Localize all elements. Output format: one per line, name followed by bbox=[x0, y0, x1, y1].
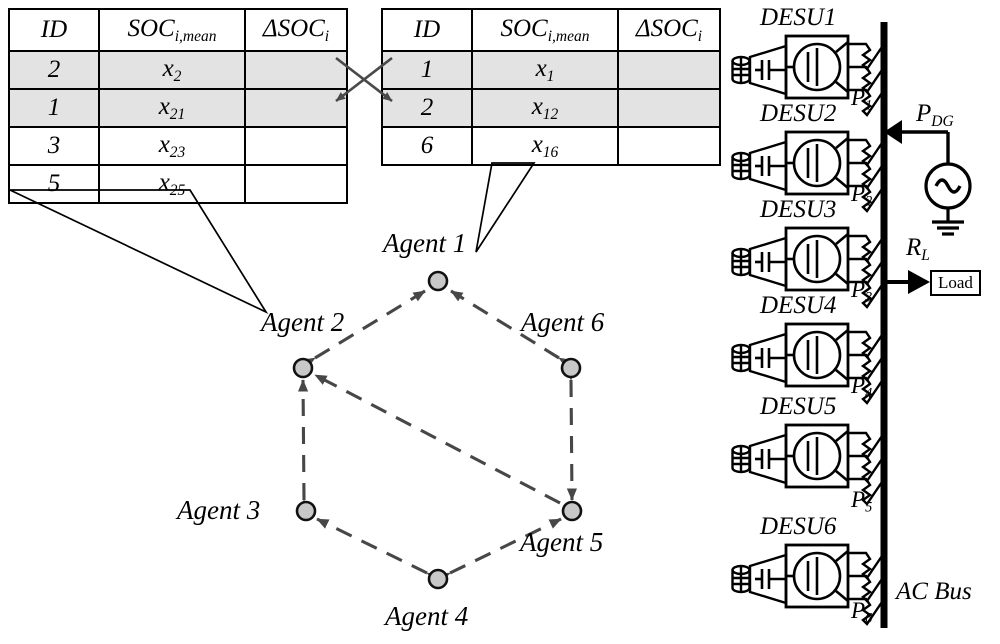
left-table-callout bbox=[9, 189, 269, 315]
edge-a3-a2 bbox=[297, 379, 310, 512]
edge-a6-a5 bbox=[565, 368, 578, 501]
inverter-symbol bbox=[786, 329, 849, 381]
desu-label-2: DESU2 bbox=[760, 100, 837, 127]
agent-node-1 bbox=[427, 270, 449, 292]
load-branch bbox=[884, 270, 930, 294]
capacitor-icon bbox=[755, 252, 786, 272]
capacitor-icon bbox=[755, 348, 786, 368]
inverter-symbol bbox=[786, 137, 849, 189]
power-label-2: P2 bbox=[851, 181, 873, 210]
battery-icon bbox=[731, 564, 751, 594]
agent-node-4 bbox=[427, 568, 449, 590]
inverter-symbol bbox=[786, 550, 849, 602]
ground-icon bbox=[932, 220, 964, 236]
battery-icon bbox=[731, 247, 751, 277]
inverter-symbol bbox=[786, 430, 849, 482]
inverter-symbol bbox=[786, 233, 849, 285]
battery-icon bbox=[731, 55, 751, 85]
load-power-label: RL bbox=[906, 234, 930, 264]
dg-power-label: PDG bbox=[916, 100, 954, 130]
battery-icon bbox=[731, 444, 751, 474]
battery-icon bbox=[731, 151, 751, 181]
table-exchange-arrows bbox=[335, 56, 393, 103]
desu-label-5: DESU5 bbox=[760, 393, 837, 420]
figure-canvas: ID SOCi,mean ΔSOCi 2 x2 1 x21 3 x23 5 x2… bbox=[0, 0, 1000, 644]
desu-label-3: DESU3 bbox=[760, 196, 837, 223]
capacitor-icon bbox=[755, 156, 786, 176]
edge-a4-a3 bbox=[316, 517, 440, 583]
power-label-5: P5 bbox=[851, 487, 873, 516]
capacitor-icon bbox=[755, 60, 786, 80]
power-label-6: P6 bbox=[851, 598, 873, 627]
desu-label-4: DESU4 bbox=[760, 292, 837, 319]
agent-label-6: Agent 6 bbox=[521, 307, 605, 337]
inverter-symbol bbox=[786, 41, 849, 93]
capacitor-icon bbox=[755, 569, 786, 589]
agent-label-5: Agent 5 bbox=[520, 527, 604, 557]
ac-bus-label: AC Bus bbox=[896, 578, 972, 605]
agent-label-3: Agent 3 bbox=[177, 495, 261, 525]
power-label-3: P3 bbox=[851, 277, 873, 306]
agent-node-2 bbox=[292, 357, 314, 379]
edge-a5-a2 bbox=[314, 373, 561, 505]
agent-label-1: Agent 1 bbox=[383, 228, 467, 258]
diagram-vector-layer bbox=[9, 22, 972, 628]
agent-label-2: Agent 2 bbox=[261, 307, 345, 337]
agent-node-3 bbox=[295, 500, 317, 522]
capacitor-icon bbox=[755, 449, 786, 469]
desu-label-6: DESU6 bbox=[760, 513, 837, 540]
desu-label-1: DESU1 bbox=[760, 4, 837, 31]
load-arrowhead bbox=[908, 270, 930, 294]
load-box: Load bbox=[930, 270, 981, 296]
power-label-4: P4 bbox=[851, 373, 873, 402]
agent-node-6 bbox=[560, 357, 582, 379]
right-table-callout bbox=[475, 162, 536, 253]
agent-node-5 bbox=[561, 500, 583, 522]
battery-icon bbox=[731, 343, 751, 373]
power-label-1: P1 bbox=[851, 85, 873, 114]
dg-source bbox=[884, 120, 972, 236]
agent-label-4: Agent 4 bbox=[385, 601, 469, 631]
